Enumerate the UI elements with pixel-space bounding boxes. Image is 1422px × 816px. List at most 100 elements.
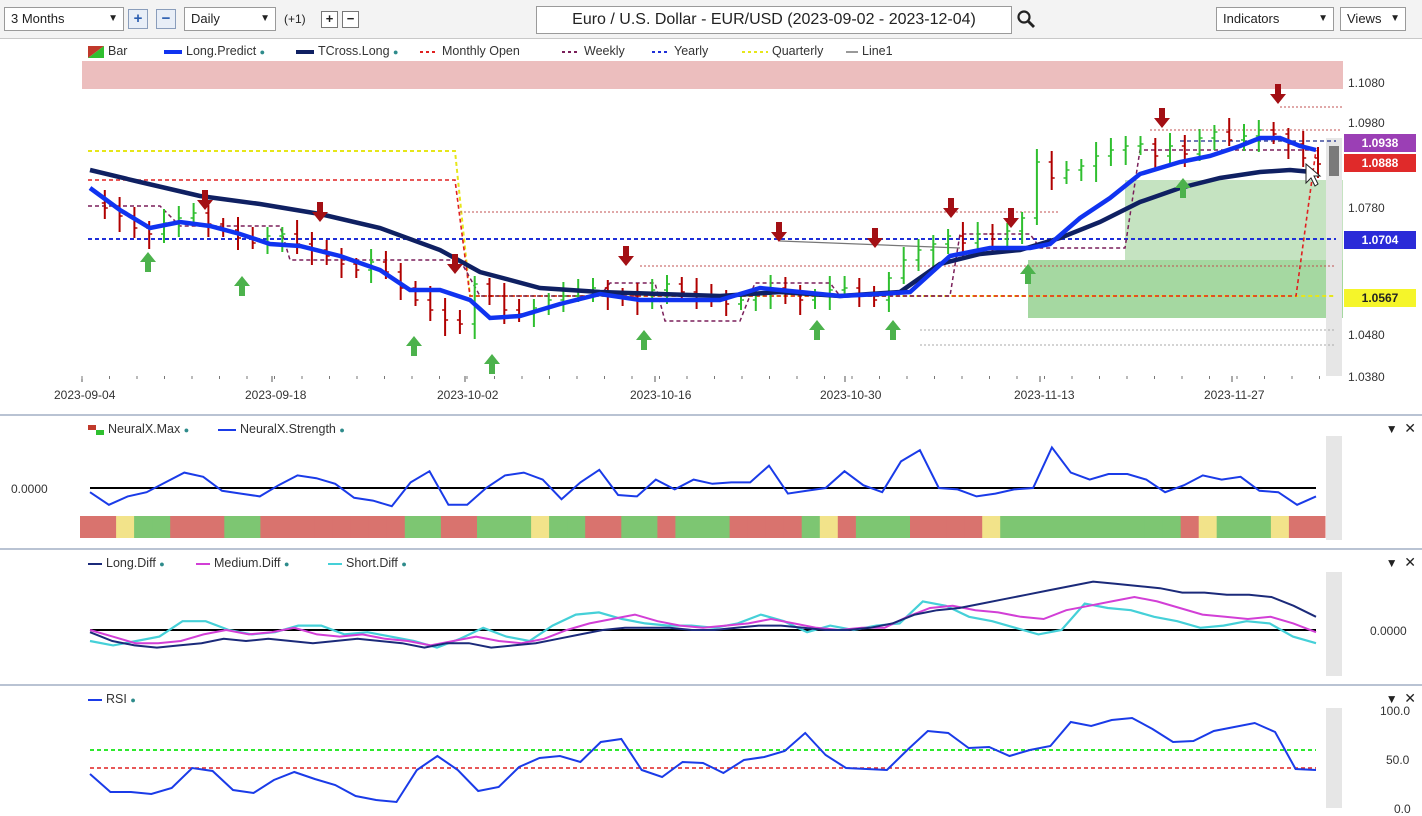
indicators-select[interactable]: Indicators ▼ [1216,7,1334,31]
symbol-title[interactable]: Euro / U.S. Dollar - EUR/USD (2023-09-02… [536,6,1012,34]
buy-signal-icon [406,336,422,356]
neural-max-cell [386,516,406,538]
diff-panel-controls[interactable]: ▼ ✕ [1386,554,1416,571]
neural-max-cell [621,516,640,538]
neural-max-cell [1180,516,1200,538]
neural-max-cell [458,516,478,538]
rsi-panel-controls[interactable]: ▼ ✕ [1386,690,1416,707]
neural-max-cell [783,516,803,538]
neural-chart[interactable] [0,416,1422,548]
offset-minus-button[interactable]: − [342,11,359,28]
plus-icon: + [133,10,143,27]
legend-weekly[interactable]: Weekly [562,44,625,58]
x-tick: 2023-11-27 [1204,388,1265,402]
y-tick: 1.1080 [1348,76,1385,90]
chevron-down-icon: ▼ [108,13,118,24]
neural-max-cell [242,516,261,538]
sell-signal-icon [1003,208,1019,228]
legend-quarterly[interactable]: Quarterly [742,44,823,58]
neural-max-cell [278,516,297,538]
zoom-in-button[interactable]: + [128,9,148,29]
x-tick: 2023-10-16 [630,388,692,402]
indicators-label: Indicators [1223,11,1280,26]
price-tag-current: 1.0888 [1344,154,1416,172]
interval-select[interactable]: Daily ▼ [184,7,276,31]
zoom-out-button[interactable]: − [156,9,176,29]
legend-medium-diff[interactable]: Medium.Diff ● [196,556,289,570]
buy-signal-icon [885,320,901,340]
neural-max-cell [1126,516,1145,538]
offset-plus-button[interactable]: + [321,11,338,28]
sell-signal-icon [312,202,328,222]
support-zone-lower [1028,260,1343,318]
neural-max-cell [946,516,965,538]
medium-diff-line [89,595,1317,647]
chart-scroll-thumb [1329,146,1339,176]
legend-short-diff[interactable]: Short.Diff ● [328,556,407,570]
neural-max-cell [170,516,189,538]
neural-max-cell [928,516,947,538]
legend-monthly-open[interactable]: Monthly Open [420,44,520,58]
legend-bar[interactable]: Bar [88,44,127,58]
neural-max-cell [819,516,839,538]
rsi-y-tick: 50.0 [1386,753,1410,767]
neural-max-cell [1216,516,1236,538]
chevron-down-icon: ▼ [1385,692,1398,706]
neural-max-cell [477,516,496,538]
neural-max-cell [224,516,243,538]
neural-panel-controls[interactable]: ▼ ✕ [1386,420,1416,437]
neural-max-cell [964,516,983,538]
neural-max-cell [314,516,334,538]
legend-neuralx-max[interactable]: NeuralX.Max ● [88,422,189,436]
neural-max-cell [657,516,676,538]
neural-max-cell [873,516,893,538]
search-icon[interactable] [1016,9,1036,29]
neural-max-cell [1000,516,1019,538]
neural-max-cell [188,516,207,538]
legend-line1[interactable]: Line1 [846,44,893,58]
chevron-down-icon: ▼ [260,13,270,24]
neural-max-cell [585,516,604,538]
bar-icon [88,45,104,58]
neural-max-cell [1108,516,1127,538]
range-select[interactable]: 3 Months ▼ [4,7,124,31]
diff-chart[interactable] [0,550,1422,684]
price-tag-long-predict: 1.0938 [1344,134,1416,152]
neural-max-cell [639,516,658,538]
diff-zero-label: 0.0000 [1370,624,1407,638]
minus-icon: − [346,11,355,26]
interval-select-label: Daily [191,11,220,26]
neural-max-cell [1090,516,1109,538]
price-chart[interactable] [0,38,1422,414]
legend-yearly[interactable]: Yearly [652,44,708,58]
neural-max-cell [892,516,911,538]
neural-max-cell [1252,516,1272,538]
legend-long-diff[interactable]: Long.Diff ● [88,556,165,570]
buy-signal-icon [140,252,156,272]
neural-max-cell [134,516,153,538]
price-tag-quarterly: 1.0567 [1344,289,1416,307]
legend-neuralx-strength[interactable]: NeuralX.Strength ● [218,422,345,436]
neural-max-cell [549,516,568,538]
neural-max-cell [116,516,135,538]
bar-icon [88,424,104,435]
legend-rsi[interactable]: RSI ● [88,692,136,706]
neural-max-cell [1307,516,1326,538]
neural-scroll-track [1326,436,1342,540]
close-icon: ✕ [1404,420,1416,436]
range-select-label: 3 Months [11,11,65,26]
legend-long-predict[interactable]: Long.Predict ● [164,44,265,58]
rsi-chart[interactable] [0,686,1422,815]
short-diff-line [89,600,1317,649]
neural-max-cell [837,516,857,538]
neural-max-cell [711,516,730,538]
close-icon: ✕ [1404,554,1416,570]
close-icon: ✕ [1404,690,1416,706]
rsi-scroll-track [1326,708,1342,808]
legend-tcross-long[interactable]: TCross.Long ● [296,44,398,58]
views-select[interactable]: Views ▼ [1340,7,1406,31]
sell-signal-icon [1154,108,1170,128]
neural-max-cell [603,516,622,538]
x-tick: 2023-09-04 [54,388,116,402]
rsi-line [89,716,1317,804]
